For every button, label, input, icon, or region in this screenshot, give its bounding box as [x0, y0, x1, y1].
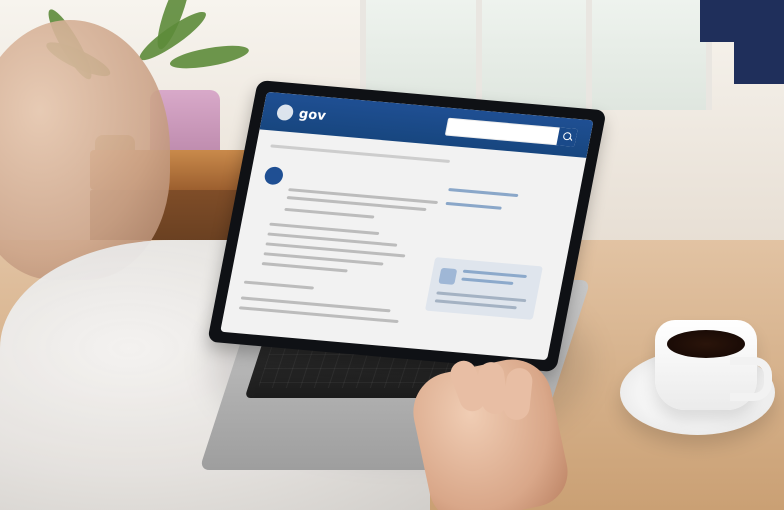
sidebar-link[interactable] [448, 188, 519, 198]
sidebar-link[interactable] [445, 201, 502, 210]
photo-scene: gov [0, 0, 784, 510]
gov-logo-mark-icon [275, 103, 295, 122]
site-logo[interactable]: gov [275, 102, 327, 126]
page-badge-icon [263, 166, 285, 186]
corner-accent-block [700, 0, 784, 42]
sidebar-box[interactable] [424, 257, 543, 320]
sidebar-box-line [461, 277, 514, 286]
page-content [235, 140, 570, 354]
sidebar-box-icon [438, 267, 458, 285]
coffee-liquid [667, 330, 745, 358]
search-button[interactable] [556, 127, 578, 147]
site-logo-text: gov [297, 106, 328, 124]
laptop-screen: gov [220, 91, 594, 361]
search-input[interactable] [450, 120, 562, 146]
sidebar-box-subline [434, 299, 517, 310]
sidebar-links [442, 186, 559, 233]
corner-accent [680, 0, 784, 84]
text-line [243, 280, 315, 290]
cup-handle [730, 357, 772, 401]
text-line [284, 207, 375, 219]
site-search[interactable] [444, 117, 578, 147]
text-line [261, 262, 348, 273]
corner-accent-block [734, 42, 784, 84]
sidebar-box-line [462, 269, 528, 279]
laptop-screen-frame: gov [207, 80, 607, 373]
